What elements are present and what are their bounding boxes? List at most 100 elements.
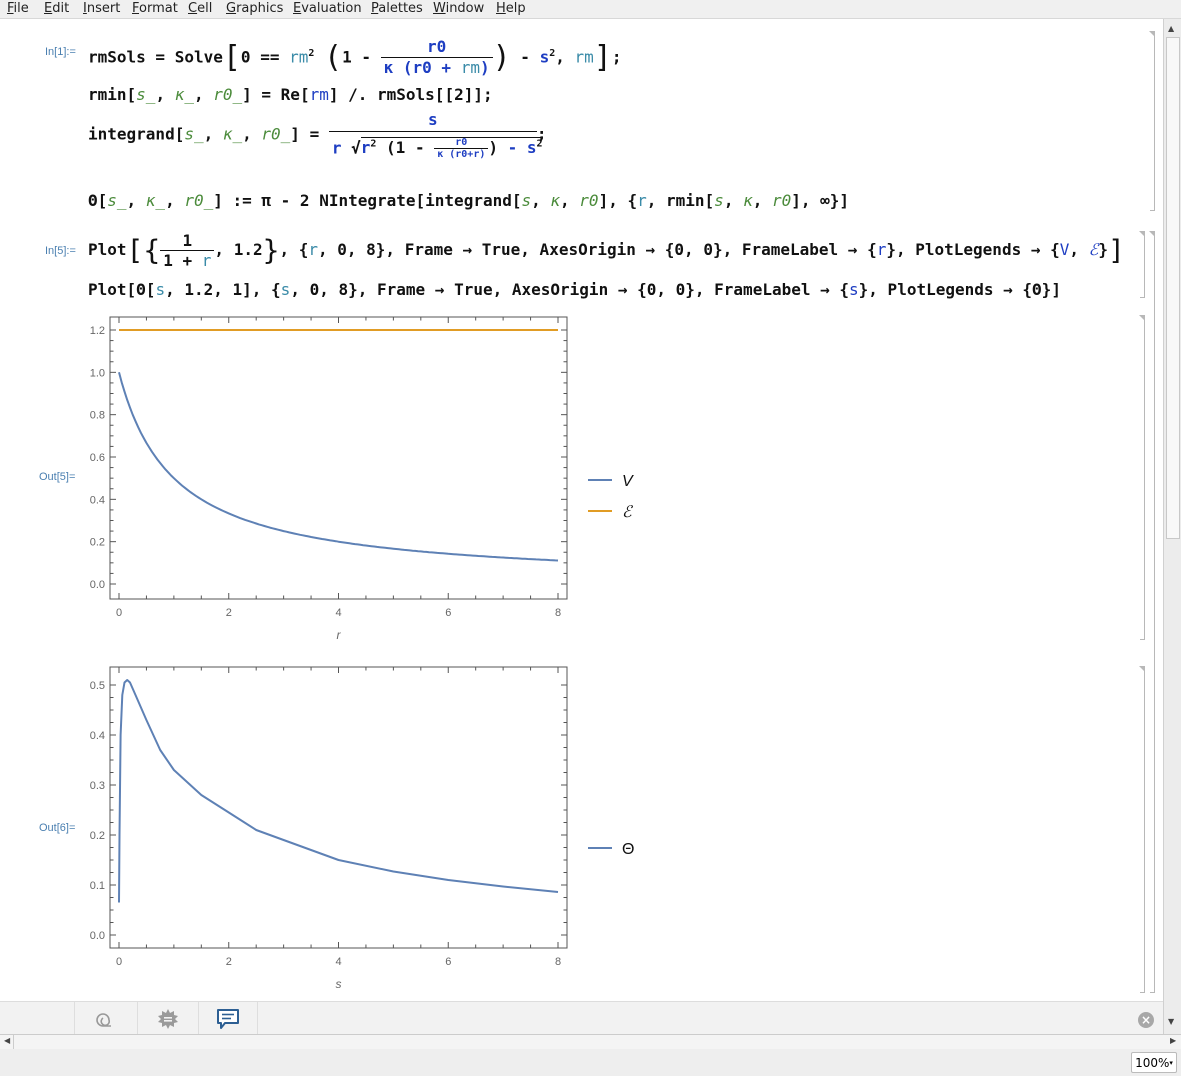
scroll-up-icon[interactable]: ▲ <box>1168 24 1174 33</box>
x-tick-label: 8 <box>555 956 561 968</box>
y-tick-label: 0.0 <box>90 579 105 591</box>
x-tick-label: 0 <box>116 607 122 619</box>
plot-v-energy[interactable]: 0 2 4 6 8 0.0 0.2 0.4 0.6 0.8 1.0 1.2 r Vℰ <box>0 300 700 650</box>
x-tick-label: 2 <box>226 607 232 619</box>
cell-bracket[interactable] <box>1139 315 1145 640</box>
y-tick-label: 0.0 <box>90 930 105 942</box>
y-tick-label: 0.2 <box>90 830 105 842</box>
menu-window[interactable]: Window <box>433 1 484 16</box>
code-text: , <box>165 191 185 210</box>
pattern-r0: r0 <box>579 191 599 210</box>
pattern-kappa: κ_ <box>222 124 243 144</box>
y-tick-label: 0.4 <box>90 730 105 742</box>
in1-label: In[1]:= <box>45 46 76 58</box>
code-text: , 1.2, 1], { <box>165 280 281 299</box>
input-line-rmsols[interactable]: rmSols = Solve[0 == rm2 (1 - r0 κ (r0 + r… <box>88 31 621 77</box>
menu-cell[interactable]: Cell <box>188 1 212 16</box>
menu-insert[interactable]: Insert <box>83 1 120 16</box>
x-tick-label: 2 <box>226 956 232 968</box>
y-tick-label: 0.3 <box>90 780 105 792</box>
code-text: ] = Re[ <box>242 85 310 104</box>
cell-group-bracket[interactable] <box>1149 231 1155 993</box>
scroll-left-icon[interactable]: ◀ <box>4 1036 10 1045</box>
menu-file[interactable]: File <box>7 1 29 16</box>
code-text: ], { <box>598 191 638 210</box>
cell-bracket[interactable] <box>1149 31 1155 211</box>
x-tick-label: 4 <box>335 956 341 968</box>
code-text: - <box>510 47 540 67</box>
symbol-s: s <box>849 280 859 299</box>
y-tick-label: 0.1 <box>90 880 105 892</box>
symbol-kappa: κ <box>383 58 394 78</box>
pattern-s: s <box>521 191 532 210</box>
code-text: } <box>1098 240 1108 259</box>
settings-button[interactable] <box>137 1002 197 1035</box>
code-text: , rmin[ <box>646 191 715 210</box>
code-text: 2 <box>370 139 377 150</box>
cell-bracket[interactable] <box>1139 231 1145 298</box>
code-text: , 0, 8}, Frame → True, AxesOrigin → {0, … <box>318 240 877 259</box>
suggestions-button[interactable] <box>198 1002 258 1035</box>
y-tick-label: 0.8 <box>90 410 105 422</box>
code-text: , <box>126 191 146 210</box>
symbol-s: s <box>155 280 166 299</box>
symbol-s: s <box>280 280 291 299</box>
pattern-s: s <box>714 191 724 210</box>
input-line-integrand[interactable]: integrand[s_, κ_, r0_] = sr √r2 (1 - r0 κ… <box>88 109 546 179</box>
zoom-level-dropdown[interactable]: 100%▾ <box>1131 1052 1177 1073</box>
code-text: ; <box>611 47 622 67</box>
pattern-r0: r0_ <box>213 85 243 104</box>
numerator: r0 <box>434 137 489 150</box>
y-tick-label: 1.2 <box>90 325 105 337</box>
code-text: Θ[ <box>88 191 108 210</box>
plot-theta[interactable]: 0 2 4 6 8 0.0 0.1 0.2 0.3 0.4 0.5 s Θ <box>0 651 700 1001</box>
code-text: rmin[ <box>88 85 137 104</box>
legend-label: ℰ <box>622 504 634 521</box>
symbol-r: r <box>637 191 647 210</box>
y-tick-label: 0.2 <box>90 537 105 549</box>
symbol-rm: rm <box>574 47 594 67</box>
suggestions-bar: × <box>0 1001 1163 1035</box>
scroll-right-icon[interactable]: ▶ <box>1170 1036 1176 1045</box>
horizontal-scrollbar[interactable]: ◀ ▶ <box>0 1034 1181 1049</box>
input-line-plot2[interactable]: Plot[Θ[s, 1.2, 1], {s, 0, 8}, Frame → Tr… <box>88 280 1061 299</box>
code-text: , 1.2 <box>214 240 263 259</box>
zoom-level-value: 100% <box>1135 1056 1170 1070</box>
numerator: 1 <box>160 231 215 251</box>
code-text: 0 == <box>240 47 290 67</box>
menu-help[interactable]: Help <box>496 1 526 16</box>
numerator: r0 <box>380 37 493 59</box>
input-line-theta-def[interactable]: Θ[s_, κ_, r0_] := π - 2 NIntegrate[integ… <box>88 191 849 210</box>
scrollbar-thumb[interactable] <box>1166 37 1180 539</box>
symbol-r: r <box>201 251 212 270</box>
code-text: Plot[Θ[ <box>88 280 156 299</box>
code-text: , <box>531 191 551 210</box>
menu-palettes[interactable]: Palettes <box>371 1 423 16</box>
menu-edit[interactable]: Edit <box>44 1 69 16</box>
menu-graphics[interactable]: Graphics <box>226 1 283 16</box>
x-tick-label: 8 <box>555 607 561 619</box>
vertical-scrollbar[interactable]: ▲ ▼ <box>1163 19 1181 1034</box>
menu-format[interactable]: Format <box>132 1 178 16</box>
code-text: , <box>155 85 175 104</box>
scroll-down-icon[interactable]: ▼ <box>1168 1017 1174 1026</box>
x-axis-label: r <box>337 628 342 642</box>
input-line-rmin[interactable]: rmin[s_, κ_, r0_] = Re[rm] /. rmSols[[2]… <box>88 85 493 104</box>
pattern-kappa: κ_ <box>145 191 166 210</box>
code-text: , <box>1069 240 1089 259</box>
code-text: , <box>723 191 744 210</box>
code-text: rmSols = Solve <box>88 47 223 67</box>
menu-evaluation[interactable]: Evaluation <box>293 1 362 16</box>
symbol-rm: rm <box>460 58 480 78</box>
legend-label: V <box>622 473 634 490</box>
code-text: Plot <box>88 240 127 259</box>
close-icon[interactable]: × <box>1138 1012 1154 1028</box>
menu-bar: File Edit Insert Format Cell Graphics Ev… <box>0 0 1181 19</box>
cell-bracket[interactable] <box>1139 666 1145 993</box>
symbol-s: s <box>539 47 550 67</box>
spiral-button[interactable] <box>74 1002 134 1035</box>
notebook[interactable]: In[1]:= rmSols = Solve[0 == rm2 (1 - r0 κ… <box>0 19 1163 1001</box>
input-line-plot1[interactable]: Plot[{1 1 + r, 1.2}, {r, 0, 8}, Frame → T… <box>88 229 1125 273</box>
pattern-r0: r0 <box>771 191 792 210</box>
code-text: 2 <box>308 48 315 59</box>
